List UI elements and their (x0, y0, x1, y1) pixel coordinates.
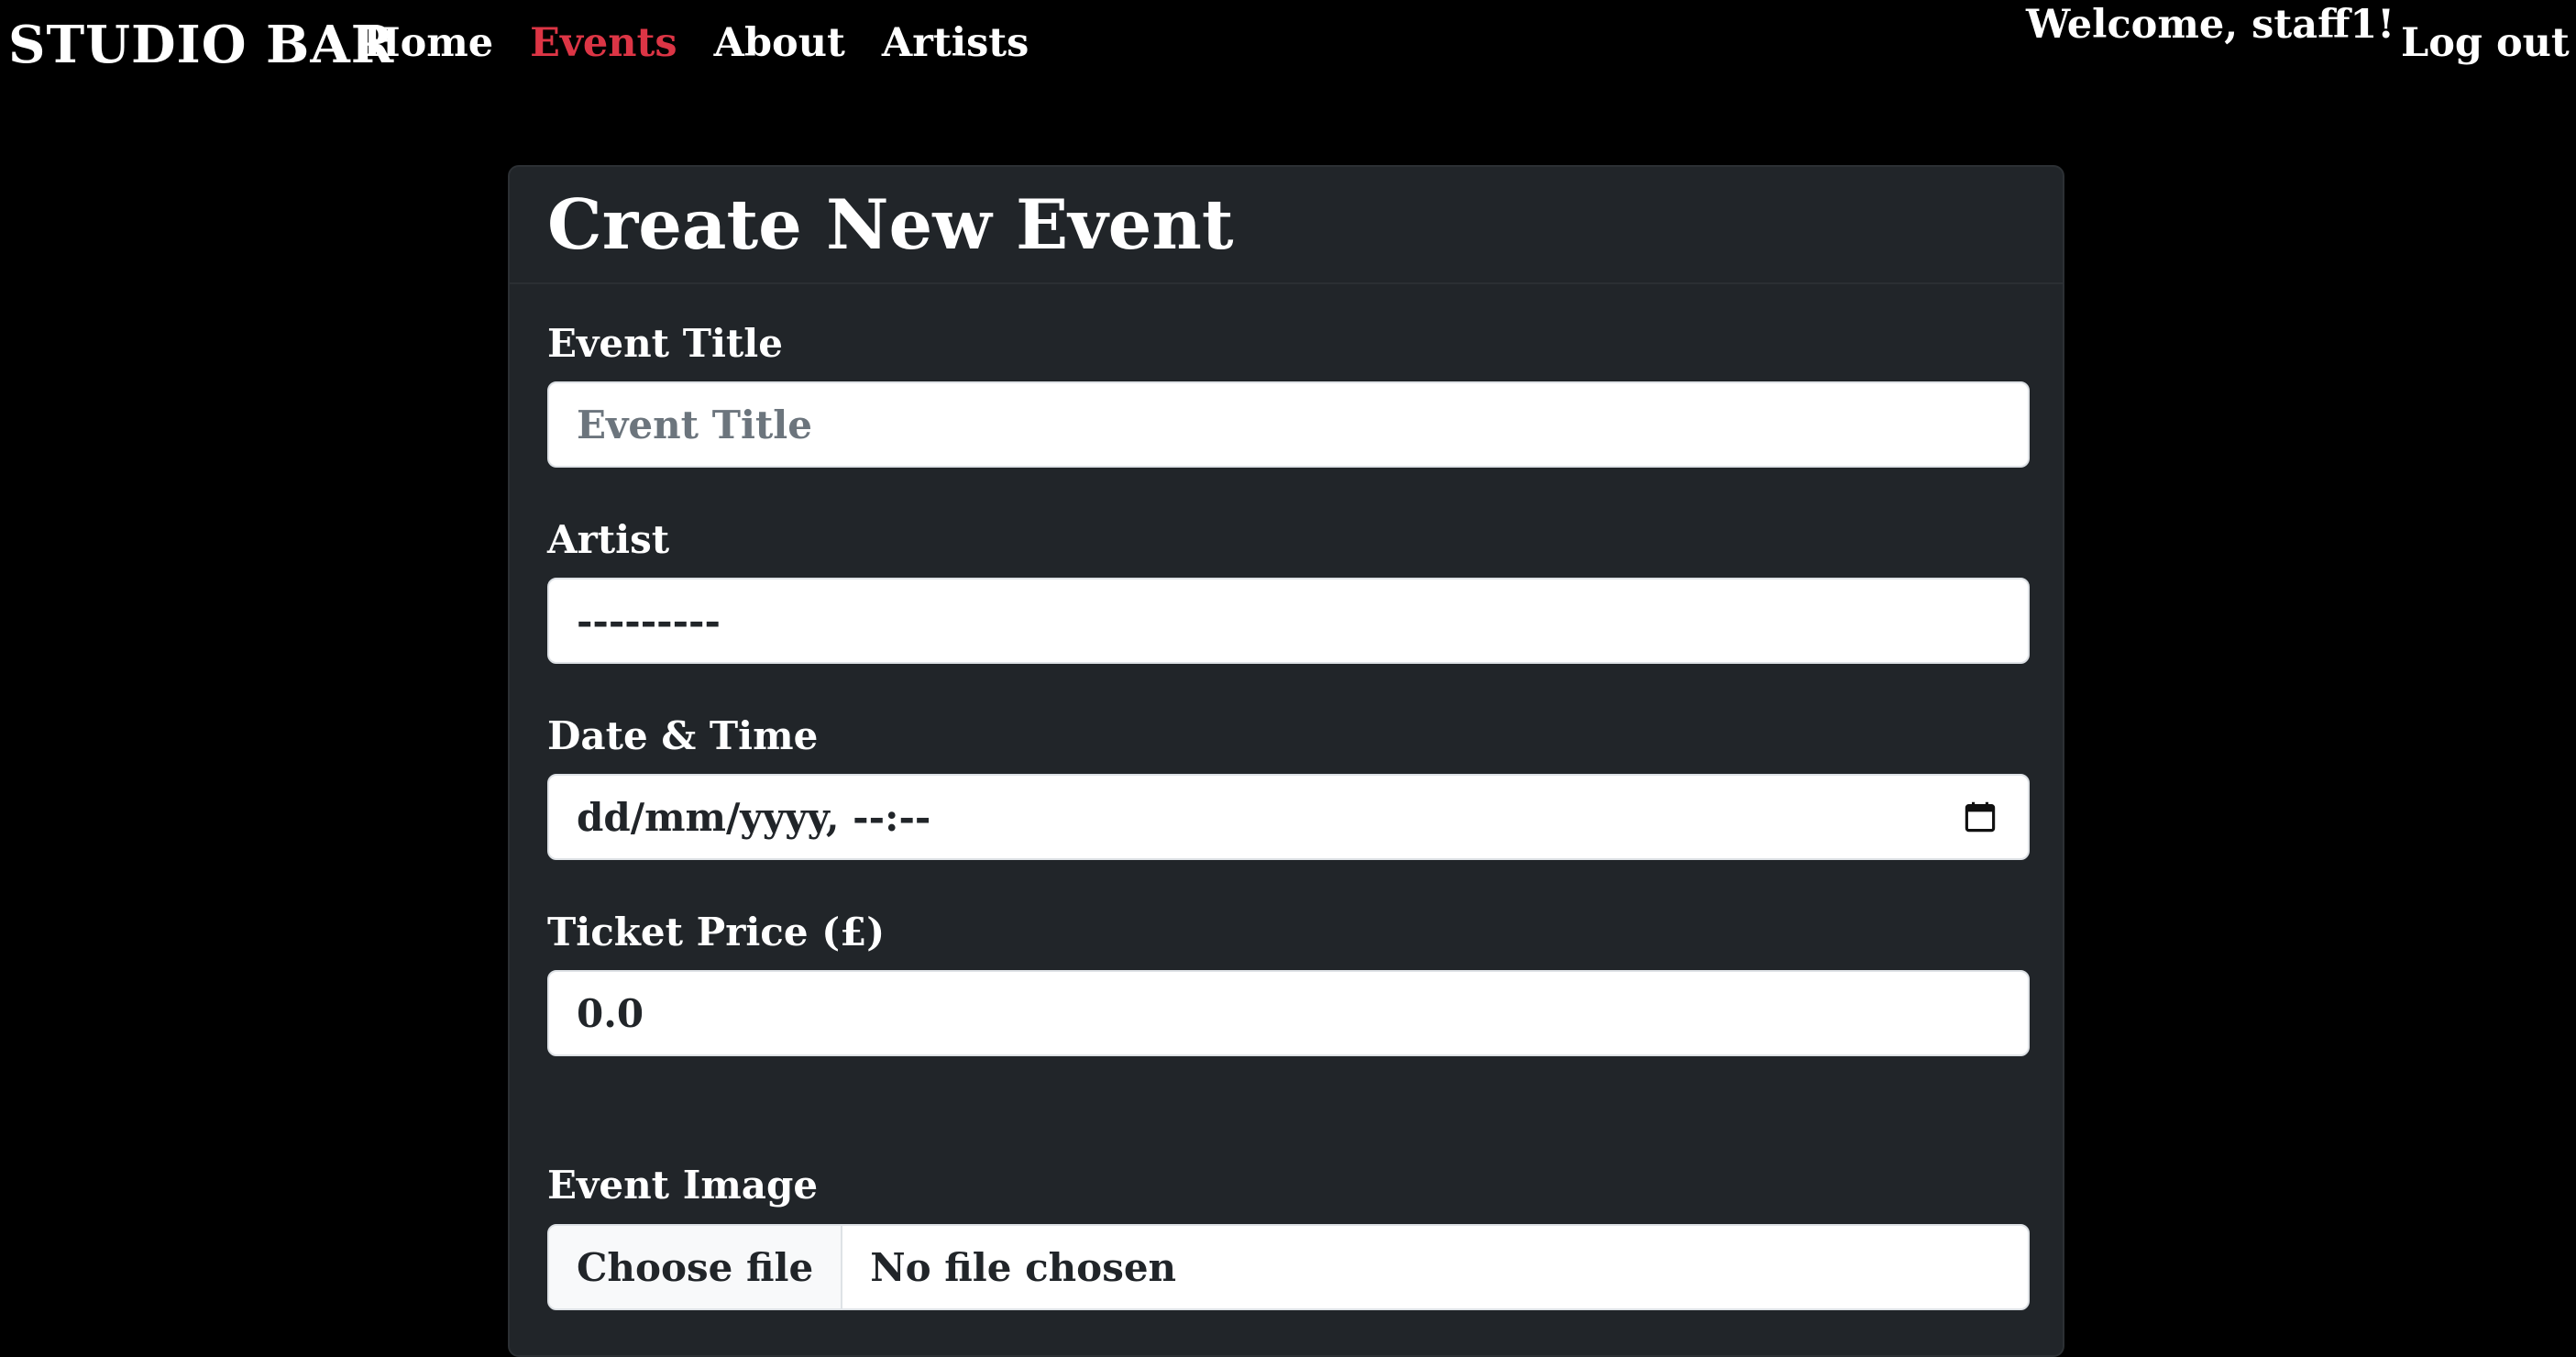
nav-link-events[interactable]: Events (530, 20, 677, 66)
ticket-price-input[interactable]: 0.0 (547, 970, 2030, 1056)
nav-link-artists[interactable]: Artists (882, 20, 1029, 66)
nav-link-about[interactable]: About (714, 20, 845, 66)
artist-label: Artist (547, 517, 670, 562)
choose-file-button[interactable]: Choose file (549, 1226, 843, 1308)
page-title: Create New Event (547, 184, 1234, 265)
datetime-input[interactable]: dd/mm/yyyy, --:-- (547, 774, 2030, 860)
brand-logo[interactable]: STUDIO BAR (8, 15, 394, 75)
ticket-price-value: 0.0 (577, 990, 644, 1036)
welcome-message: Welcome, staff1! (2026, 2, 2395, 48)
card-header: Create New Event (510, 167, 2063, 284)
artist-select[interactable]: --------- (547, 578, 2030, 664)
nav-link-home[interactable]: Home (363, 20, 493, 66)
datetime-value: dd/mm/yyyy, --:-- (577, 794, 931, 840)
artist-select-value: --------- (577, 598, 721, 644)
create-event-card: Create New Event Event Title Event Title… (508, 165, 2064, 1357)
file-status: No file chosen (870, 1244, 1177, 1290)
nav-links: Home Events About Artists (363, 20, 1029, 66)
datetime-label: Date & Time (547, 713, 819, 758)
logout-link[interactable]: Log out (2401, 20, 2570, 66)
event-title-placeholder: Event Title (577, 402, 812, 447)
event-title-label: Event Title (547, 321, 783, 366)
event-title-input[interactable]: Event Title (547, 381, 2030, 468)
navbar: STUDIO BAR Home Events About Artists Wel… (0, 0, 2576, 101)
calendar-icon[interactable] (1964, 800, 1997, 833)
event-image-label: Event Image (547, 1163, 819, 1208)
event-image-file-input[interactable]: Choose file No file chosen (547, 1224, 2030, 1310)
ticket-price-label: Ticket Price (£) (547, 910, 886, 954)
